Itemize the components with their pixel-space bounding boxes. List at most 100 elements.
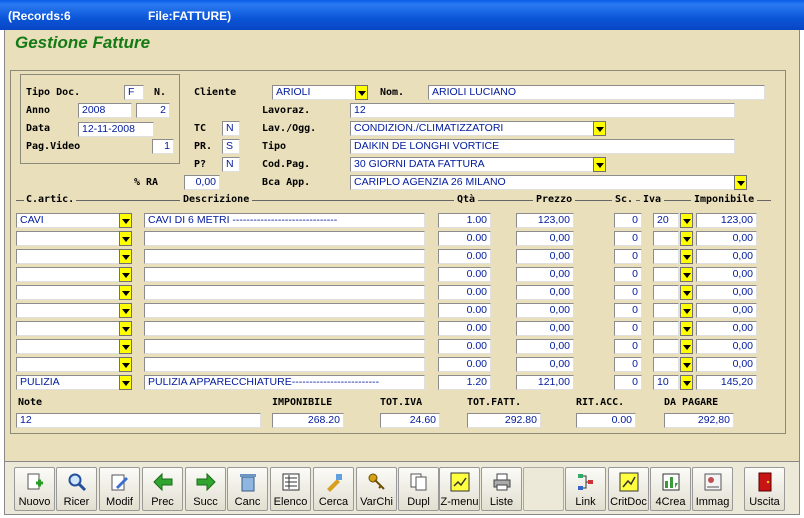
line-iva-field[interactable] (653, 249, 679, 264)
line-cod-artic-field[interactable] (16, 303, 120, 318)
line-cod-dropdown-icon[interactable] (119, 213, 132, 228)
line-descrizione-field[interactable] (144, 249, 425, 264)
line-prezzo-field[interactable]: 121,00 (516, 375, 574, 390)
tipo-field[interactable]: DAIKIN DE LONGHI VORTICE (350, 139, 735, 154)
line-cod-dropdown-icon[interactable] (119, 357, 132, 372)
line-iva-field[interactable] (653, 357, 679, 372)
line-qta-field[interactable]: 1.20 (438, 375, 491, 390)
liste-button[interactable]: Liste (481, 467, 522, 511)
line-cod-dropdown-icon[interactable] (119, 303, 132, 318)
dupl-button[interactable]: Dupl (398, 467, 439, 511)
prec-button[interactable]: Prec (142, 467, 183, 511)
line-prezzo-field[interactable]: 0,00 (516, 303, 574, 318)
line-cod-dropdown-icon[interactable] (119, 267, 132, 282)
line-iva-dropdown-icon[interactable] (680, 339, 693, 354)
line-cod-dropdown-icon[interactable] (119, 231, 132, 246)
cerca-button[interactable]: Cerca (313, 467, 354, 511)
line-qta-field[interactable]: 0.00 (438, 357, 491, 372)
cliente-dropdown-icon[interactable] (355, 85, 368, 100)
line-descrizione-field[interactable] (144, 339, 425, 354)
line-prezzo-field[interactable]: 123,00 (516, 213, 574, 228)
varchi-button[interactable]: VarChi (356, 467, 397, 511)
succ-button[interactable]: Succ (185, 467, 226, 511)
line-cod-artic-field[interactable] (16, 357, 120, 372)
line-iva-field[interactable]: 10 (653, 375, 679, 390)
line-iva-field[interactable] (653, 285, 679, 300)
line-sconto-field[interactable]: 0 (614, 231, 642, 246)
line-cod-artic-field[interactable] (16, 339, 120, 354)
uscita-button[interactable]: Uscita (744, 467, 785, 511)
line-prezzo-field[interactable]: 0,00 (516, 357, 574, 372)
cod-pag-dropdown-icon[interactable] (593, 157, 606, 172)
z-menu-button[interactable]: Z-menu (439, 467, 480, 511)
line-iva-field[interactable] (653, 321, 679, 336)
data-field[interactable]: 12-11-2008 (78, 122, 154, 137)
line-iva-dropdown-icon[interactable] (680, 375, 693, 390)
line-iva-field[interactable]: 20 (653, 213, 679, 228)
line-cod-artic-field[interactable]: PULIZIA (16, 375, 120, 390)
line-descrizione-field[interactable]: PULIZIA APPARECCHIATURE-----------------… (144, 375, 425, 390)
elenco-button[interactable]: Elenco (270, 467, 311, 511)
line-descrizione-field[interactable]: CAVI DI 6 METRI ------------------------… (144, 213, 425, 228)
line-sconto-field[interactable]: 0 (614, 339, 642, 354)
line-qta-field[interactable]: 0.00 (438, 303, 491, 318)
p-field[interactable]: N (222, 157, 240, 172)
line-qta-field[interactable]: 0.00 (438, 231, 491, 246)
line-descrizione-field[interactable] (144, 267, 425, 282)
line-iva-dropdown-icon[interactable] (680, 249, 693, 264)
tipo-doc-field[interactable]: F (124, 85, 144, 100)
line-qta-field[interactable]: 0.00 (438, 267, 491, 282)
lavorazione-field[interactable]: 12 (350, 103, 735, 118)
line-prezzo-field[interactable]: 0,00 (516, 249, 574, 264)
line-cod-artic-field[interactable] (16, 321, 120, 336)
line-descrizione-field[interactable] (144, 231, 425, 246)
line-sconto-field[interactable]: 0 (614, 249, 642, 264)
line-descrizione-field[interactable] (144, 303, 425, 318)
critdoc-button[interactable]: CritDoc (608, 467, 649, 511)
bca-app-dropdown-icon[interactable] (734, 175, 747, 190)
pr-field[interactable]: S (222, 139, 240, 154)
line-sconto-field[interactable]: 0 (614, 267, 642, 282)
immag-button[interactable]: Immag (692, 467, 733, 511)
line-qta-field[interactable]: 0.00 (438, 285, 491, 300)
modif-button[interactable]: Modif (99, 467, 140, 511)
line-qta-field[interactable]: 1.00 (438, 213, 491, 228)
line-sconto-field[interactable]: 0 (614, 375, 642, 390)
ra-field[interactable]: 0,00 (184, 175, 220, 190)
line-iva-dropdown-icon[interactable] (680, 267, 693, 282)
link-button[interactable]: Link (565, 467, 606, 511)
4crea-button[interactable]: 4Crea (650, 467, 691, 511)
pag-video-field[interactable]: 1 (152, 139, 174, 154)
line-cod-artic-field[interactable] (16, 249, 120, 264)
line-cod-artic-field[interactable]: CAVI (16, 213, 120, 228)
line-iva-dropdown-icon[interactable] (680, 285, 693, 300)
line-cod-artic-field[interactable] (16, 267, 120, 282)
line-cod-artic-field[interactable] (16, 285, 120, 300)
line-descrizione-field[interactable] (144, 285, 425, 300)
line-cod-artic-field[interactable] (16, 231, 120, 246)
line-cod-dropdown-icon[interactable] (119, 285, 132, 300)
line-iva-field[interactable] (653, 231, 679, 246)
nominativo-field[interactable]: ARIOLI LUCIANO (428, 85, 765, 100)
line-iva-dropdown-icon[interactable] (680, 213, 693, 228)
ricer-button[interactable]: Ricer (56, 467, 97, 511)
line-cod-dropdown-icon[interactable] (119, 375, 132, 390)
line-qta-field[interactable]: 0.00 (438, 321, 491, 336)
line-cod-dropdown-icon[interactable] (119, 339, 132, 354)
line-iva-dropdown-icon[interactable] (680, 231, 693, 246)
tc-field[interactable]: N (222, 121, 240, 136)
line-prezzo-field[interactable]: 0,00 (516, 321, 574, 336)
line-iva-dropdown-icon[interactable] (680, 303, 693, 318)
line-iva-dropdown-icon[interactable] (680, 321, 693, 336)
line-cod-dropdown-icon[interactable] (119, 321, 132, 336)
line-sconto-field[interactable]: 0 (614, 213, 642, 228)
cod-pag-field[interactable]: 30 GIORNI DATA FATTURA (350, 157, 594, 172)
line-descrizione-field[interactable] (144, 321, 425, 336)
numero-field[interactable]: 2 (136, 103, 170, 118)
lav-ogg-field[interactable]: CONDIZION./CLIMATIZZATORI (350, 121, 594, 136)
line-cod-dropdown-icon[interactable] (119, 249, 132, 264)
anno-field[interactable]: 2008 (78, 103, 132, 118)
line-prezzo-field[interactable]: 0,00 (516, 285, 574, 300)
note-field[interactable]: 12 (16, 413, 261, 428)
line-prezzo-field[interactable]: 0,00 (516, 339, 574, 354)
